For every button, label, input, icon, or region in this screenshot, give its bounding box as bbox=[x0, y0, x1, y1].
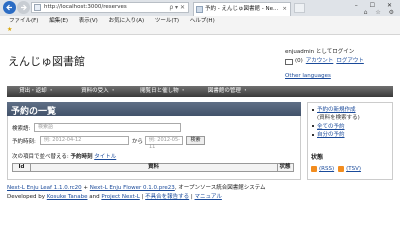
date-from-input[interactable]: 例: 2012-04-12 bbox=[40, 136, 129, 145]
site-logo[interactable]: えんじゅ図書館 bbox=[8, 53, 85, 69]
favorites-star-icon[interactable]: ★ bbox=[7, 26, 12, 34]
menu-tools[interactable]: ツール(T) bbox=[155, 18, 179, 24]
login-status: enjuadmin としてログイン bbox=[285, 49, 355, 55]
tsv-link[interactable]: (TSV) bbox=[346, 166, 361, 172]
new-tab-button[interactable] bbox=[294, 3, 305, 13]
other-languages-link[interactable]: Other languages bbox=[285, 73, 331, 79]
page-title: 予約の一覧 bbox=[11, 107, 57, 117]
menu-library-admin[interactable]: 図書館の管理 ・ bbox=[195, 86, 261, 97]
menu-file[interactable]: ファイル(F) bbox=[9, 18, 38, 24]
date-separator: から bbox=[132, 139, 144, 145]
browser-tool-icons[interactable]: ⌂ ☆ ⚙ bbox=[364, 9, 397, 16]
sort-current: 予約時刻 bbox=[70, 154, 93, 160]
menu-view[interactable]: 表示(V) bbox=[79, 18, 98, 24]
manual-link[interactable]: マニュアル bbox=[195, 194, 222, 200]
favorites-bar: ★ bbox=[0, 26, 400, 35]
bullet-icon bbox=[312, 125, 314, 128]
feed-links: (RSS) (TSV) bbox=[311, 166, 361, 172]
project-link[interactable]: Project Next-L bbox=[101, 194, 139, 200]
search-button[interactable]: 検索 bbox=[186, 136, 205, 145]
menu-acquisition[interactable]: 資料の受入 ・ bbox=[66, 86, 131, 97]
menu-calendar-events[interactable]: 閲覧日と催し物 ・ bbox=[131, 86, 195, 97]
enju-flower-link[interactable]: Next-L Enju Flower 0.1.0.pre23 bbox=[90, 185, 175, 191]
rss-icon[interactable] bbox=[338, 166, 345, 172]
new-reserve-sub: (資料を検索する) bbox=[317, 115, 360, 122]
account-link[interactable]: アカウント bbox=[306, 57, 334, 66]
developed-by-label: Developed by bbox=[7, 194, 47, 200]
forward-arrow-icon bbox=[21, 4, 27, 11]
enju-leaf-link[interactable]: Next-L Enju Leaf 1.1.0.rc20 bbox=[7, 185, 82, 191]
footer-line-1: Next-L Enju Leaf 1.1.0.rc20 + Next-L Enj… bbox=[7, 183, 266, 191]
tab-favicon-icon bbox=[196, 6, 203, 13]
menu-circulation[interactable]: 貸出・返却 ・ bbox=[7, 86, 66, 97]
column-id: Id bbox=[13, 164, 31, 171]
date-to-input[interactable]: 例: 2012-05-11 bbox=[145, 136, 183, 150]
menu-edit[interactable]: 編集(E) bbox=[49, 18, 68, 24]
rss-link[interactable]: (RSS) bbox=[319, 166, 334, 172]
column-item: 資料 bbox=[30, 164, 278, 171]
sort-line: 次の項目で並べ替える: 予約時刻 タイトル bbox=[12, 152, 116, 160]
footer-plus: + bbox=[81, 185, 90, 191]
and-label: and bbox=[87, 194, 102, 200]
new-reserve-link[interactable]: 予約の新規作成 bbox=[317, 107, 356, 113]
page-icon bbox=[34, 4, 41, 11]
browser-titlebar: http://localhost:3000/reserves ρ ▾ ✕ 予約 … bbox=[0, 0, 400, 16]
main-menu: 貸出・返却 ・ 資料の受入 ・ 閲覧日と催し物 ・ 図書館の管理 ・ bbox=[7, 86, 393, 97]
column-state: 状態 bbox=[279, 164, 291, 170]
user-box: enjuadmin としてログイン (0) アカウント ログアウト bbox=[285, 48, 364, 66]
sort-title-link[interactable]: タイトル bbox=[94, 154, 116, 160]
mail-icon[interactable] bbox=[285, 58, 293, 65]
back-arrow-icon bbox=[6, 4, 12, 11]
logout-link[interactable]: ログアウト bbox=[336, 57, 364, 66]
address-bar[interactable]: http://localhost:3000/reserves ρ ▾ ✕ bbox=[31, 2, 189, 13]
search-label: 検索語: bbox=[12, 126, 31, 132]
sidebar-links: 予約の新規作成 (資料を検索する) 全ての予約 自分の予約 bbox=[312, 106, 360, 140]
feed-title: 状態 bbox=[311, 154, 324, 161]
menu-favorites[interactable]: お気に入り(A) bbox=[109, 18, 145, 24]
table-header: Id 資料 状態 bbox=[12, 163, 294, 172]
bullet-icon bbox=[312, 108, 314, 111]
menu-help[interactable]: ヘルプ(H) bbox=[190, 18, 215, 24]
menu-filler bbox=[261, 86, 393, 97]
footer-description: , オープンソース統合図書館システム bbox=[174, 185, 266, 191]
sort-label: 次の項目で並べ替える: bbox=[12, 154, 69, 160]
all-reserves-link[interactable]: 全ての予約 bbox=[317, 124, 345, 130]
report-bug-link[interactable]: 不具合を報告する bbox=[145, 194, 189, 200]
tab-title: 予約 - えんじゅ図書館 - Ne... bbox=[205, 6, 279, 12]
footer-line-2: Developed by Kosuke Tanabe and Project N… bbox=[7, 192, 222, 200]
url-text: http://localhost:3000/reserves bbox=[44, 4, 127, 10]
bullet-icon bbox=[312, 133, 314, 136]
forward-button[interactable] bbox=[17, 1, 30, 14]
browser-menubar: ファイル(F) 編集(E) 表示(V) お気に入り(A) ツール(T) ヘルプ(… bbox=[0, 16, 400, 26]
back-button[interactable] bbox=[3, 1, 16, 14]
browser-tab[interactable]: 予約 - えんじゅ図書館 - Ne... × bbox=[193, 2, 291, 16]
my-reserves-link[interactable]: 自分の予約 bbox=[317, 132, 345, 138]
window-controls[interactable]: – ☐ ✕ bbox=[355, 2, 397, 9]
developer-link[interactable]: Kosuke Tanabe bbox=[47, 194, 88, 200]
mail-count: (0) bbox=[295, 58, 303, 64]
search-input[interactable]: 検索語 bbox=[34, 123, 181, 132]
rss-icon[interactable] bbox=[311, 166, 317, 172]
tab-close-icon[interactable]: × bbox=[282, 3, 287, 15]
address-tools[interactable]: ρ ▾ ✕ bbox=[169, 3, 185, 12]
date-label: 予約時刻: bbox=[12, 139, 36, 145]
